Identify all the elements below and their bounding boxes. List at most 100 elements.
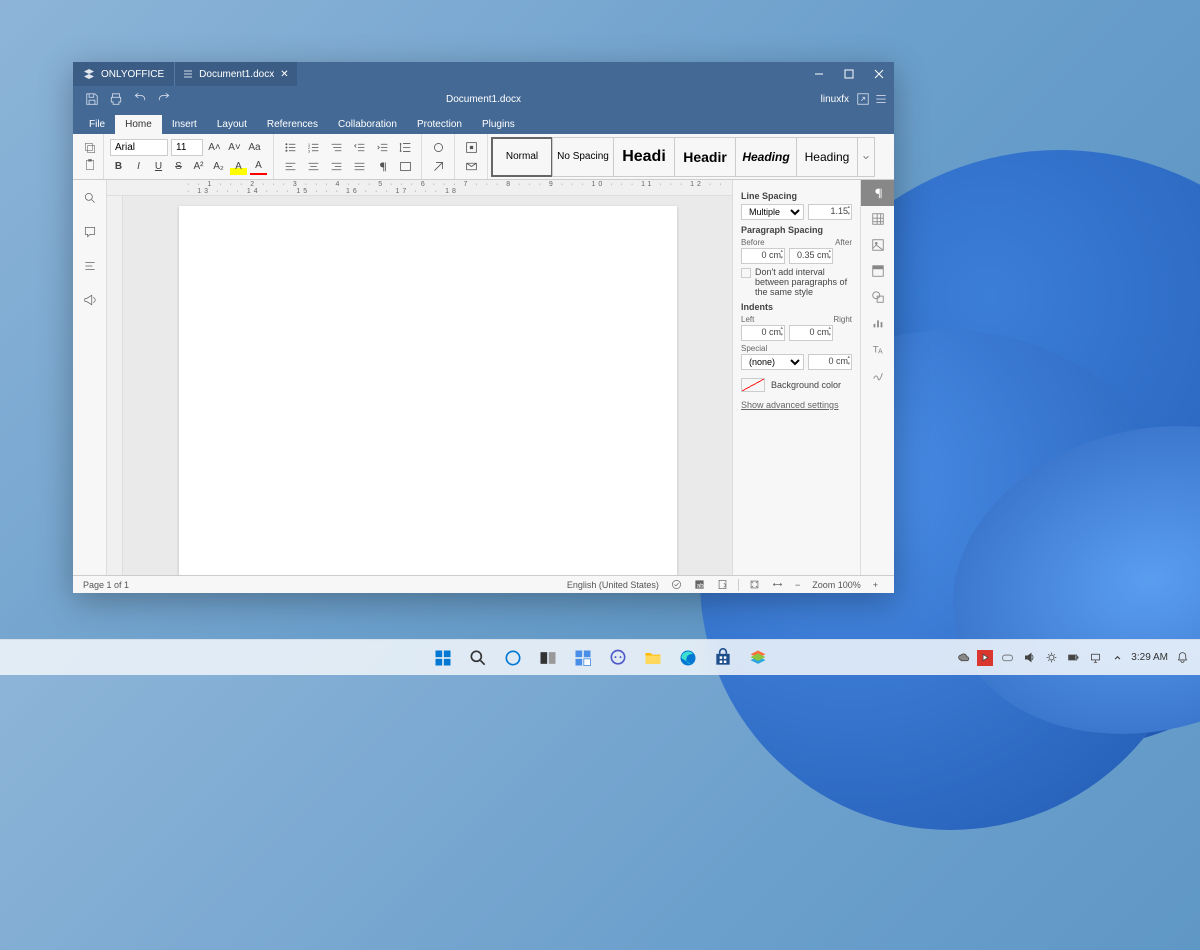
- change-case-button[interactable]: Aa: [246, 139, 263, 156]
- document-tab[interactable]: Document1.docx ✕: [174, 62, 296, 86]
- page-count[interactable]: Page 1 of 1: [83, 580, 129, 590]
- special-indent-select[interactable]: (none): [741, 354, 804, 370]
- indent-left-input[interactable]: 0 cm: [741, 325, 785, 341]
- tab-protection[interactable]: Protection: [407, 115, 472, 134]
- multilevel-button[interactable]: [326, 139, 346, 156]
- tab-home[interactable]: Home: [115, 115, 162, 134]
- chevron-tray-icon[interactable]: [1109, 650, 1125, 666]
- weather-tray-icon[interactable]: [955, 650, 971, 666]
- style-no-spacing[interactable]: No Spacing: [552, 137, 614, 177]
- fit-page-button[interactable]: [749, 579, 760, 590]
- tab-plugins[interactable]: Plugins: [472, 115, 525, 134]
- image-panel-button[interactable]: [861, 232, 895, 258]
- window-close-button[interactable]: [864, 62, 894, 86]
- paste-icon[interactable]: [83, 158, 97, 172]
- chat-button[interactable]: [603, 643, 633, 673]
- vertical-ruler[interactable]: [107, 196, 123, 575]
- clear-style-button[interactable]: [428, 158, 448, 175]
- spacing-after-input[interactable]: 0.35 cm: [789, 248, 833, 264]
- subscript-button[interactable]: A₂: [210, 158, 227, 175]
- nonprinting-button[interactable]: [372, 158, 392, 175]
- taskview-button[interactable]: [533, 643, 563, 673]
- volume-tray-icon[interactable]: [1021, 650, 1037, 666]
- align-left-button[interactable]: [280, 158, 300, 175]
- font-size-select[interactable]: [171, 139, 203, 156]
- menu-icon[interactable]: [874, 92, 888, 106]
- zoom-out-button[interactable]: −: [795, 580, 800, 590]
- shading-button[interactable]: [395, 158, 415, 175]
- font-family-select[interactable]: [110, 139, 168, 156]
- tab-collaboration[interactable]: Collaboration: [328, 115, 407, 134]
- shape-panel-button[interactable]: [861, 284, 895, 310]
- increase-font-button[interactable]: A˄: [206, 139, 223, 156]
- bullets-button[interactable]: [280, 139, 300, 156]
- headings-button[interactable]: [80, 256, 100, 276]
- red-tray-icon[interactable]: [977, 650, 993, 666]
- zoom-label[interactable]: Zoom 100%: [812, 580, 861, 590]
- font-color-button[interactable]: A: [250, 158, 267, 175]
- spacing-before-input[interactable]: 0 cm: [741, 248, 785, 264]
- style-heading3[interactable]: Heading: [735, 137, 797, 177]
- style-heading1[interactable]: Headi: [613, 137, 675, 177]
- cortana-button[interactable]: [498, 643, 528, 673]
- insert-shape-button[interactable]: [428, 139, 448, 156]
- align-center-button[interactable]: [303, 158, 323, 175]
- spellcheck-button[interactable]: [671, 579, 682, 590]
- strikethrough-button[interactable]: S: [170, 158, 187, 175]
- signature-panel-button[interactable]: [861, 362, 895, 388]
- decrease-font-button[interactable]: A˅: [226, 139, 243, 156]
- bold-button[interactable]: B: [110, 158, 127, 175]
- fit-width-button[interactable]: [772, 579, 783, 590]
- line-spacing-button[interactable]: [395, 139, 415, 156]
- align-right-button[interactable]: [326, 158, 346, 175]
- superscript-button[interactable]: A²: [190, 158, 207, 175]
- dec-indent-button[interactable]: [349, 139, 369, 156]
- store-button[interactable]: [708, 643, 738, 673]
- bgcolor-swatch[interactable]: [741, 378, 765, 392]
- horizontal-ruler[interactable]: · · 1 · · · 2 · · · 3 · · · 4 · · · 5 · …: [107, 180, 732, 196]
- mailmerge-button[interactable]: [461, 158, 481, 175]
- search-button-taskbar[interactable]: [463, 643, 493, 673]
- open-location-icon[interactable]: [856, 92, 870, 106]
- copy-icon[interactable]: [83, 141, 97, 155]
- document-page[interactable]: [179, 206, 677, 575]
- styles-more-button[interactable]: [857, 137, 875, 177]
- app-icon-taskbar[interactable]: [743, 643, 773, 673]
- tab-close-button[interactable]: ✕: [280, 69, 288, 80]
- battery-tray-icon[interactable]: [1065, 650, 1081, 666]
- comments-button[interactable]: [80, 222, 100, 242]
- highlight-button[interactable]: A: [230, 158, 247, 175]
- tab-insert[interactable]: Insert: [162, 115, 207, 134]
- align-justify-button[interactable]: [349, 158, 369, 175]
- search-button[interactable]: [80, 188, 100, 208]
- widgets-button[interactable]: [568, 643, 598, 673]
- zoom-in-button[interactable]: +: [873, 580, 878, 590]
- header-panel-button[interactable]: [861, 258, 895, 284]
- advanced-settings-link[interactable]: Show advanced settings: [741, 400, 852, 410]
- tab-file[interactable]: File: [79, 115, 115, 134]
- save-icon[interactable]: [85, 92, 99, 106]
- window-minimize-button[interactable]: [804, 62, 834, 86]
- controller-tray-icon[interactable]: [999, 650, 1015, 666]
- special-indent-input[interactable]: 0 cm: [808, 354, 852, 370]
- feedback-button[interactable]: [80, 290, 100, 310]
- network-tray-icon[interactable]: [1087, 650, 1103, 666]
- window-maximize-button[interactable]: [834, 62, 864, 86]
- tab-layout[interactable]: Layout: [207, 115, 257, 134]
- style-heading2[interactable]: Headir: [674, 137, 736, 177]
- taskbar-clock[interactable]: 3:29 AM: [1131, 652, 1168, 663]
- style-normal[interactable]: Normal: [491, 137, 553, 177]
- paragraph-panel-button[interactable]: [861, 180, 895, 206]
- edge-button[interactable]: [673, 643, 703, 673]
- underline-button[interactable]: U: [150, 158, 167, 175]
- table-panel-button[interactable]: [861, 206, 895, 232]
- language-selector[interactable]: English (United States): [567, 580, 659, 590]
- username-label[interactable]: linuxfx: [821, 94, 849, 105]
- print-icon[interactable]: [109, 92, 123, 106]
- style-heading4[interactable]: Heading: [796, 137, 858, 177]
- textart-panel-button[interactable]: TA: [861, 336, 895, 362]
- insert-field-button[interactable]: [461, 139, 481, 156]
- chart-panel-button[interactable]: [861, 310, 895, 336]
- notifications-tray-icon[interactable]: [1174, 650, 1190, 666]
- undo-icon[interactable]: [133, 92, 147, 106]
